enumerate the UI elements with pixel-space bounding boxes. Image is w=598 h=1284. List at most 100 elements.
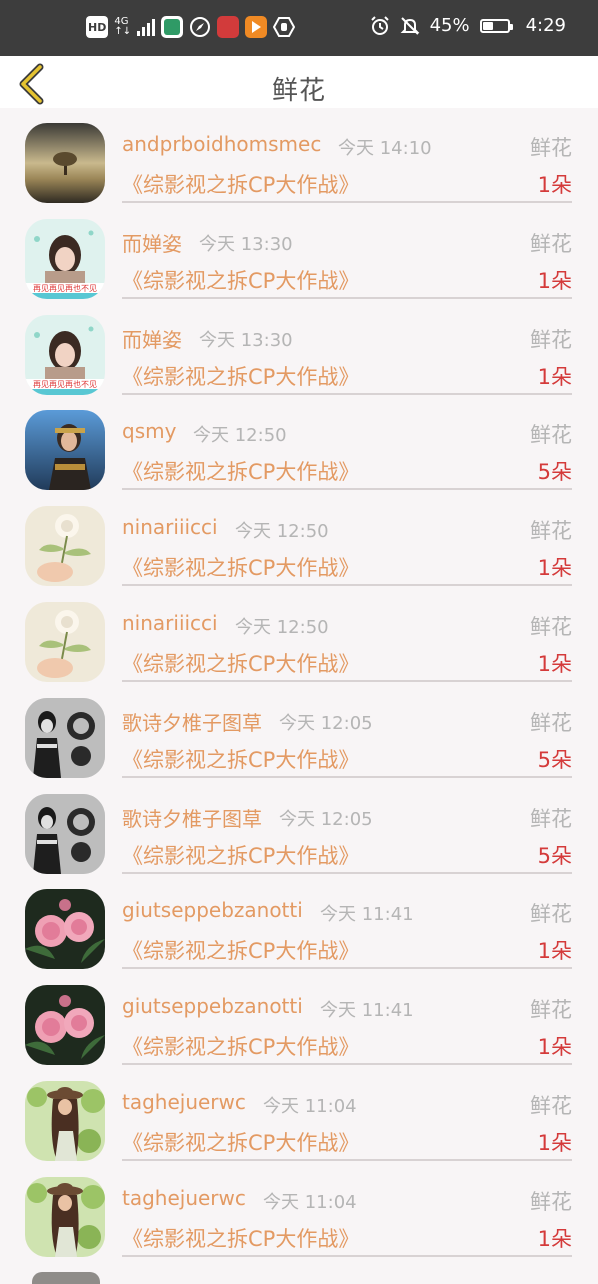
list-item[interactable]: 再见再见再也不见 而婵姿 今天 13:30 鲜花 《综影视之拆CP大作战》 1朵 (0, 204, 598, 300)
user-name[interactable]: 歌诗夕椎子图草 (122, 803, 262, 832)
timestamp: 今天 13:30 (199, 329, 293, 351)
divider (122, 967, 572, 970)
book-title[interactable]: 《综影视之拆CP大作战》 (122, 648, 359, 678)
divider (122, 775, 572, 778)
avatar[interactable]: 再见再见再也不见 (25, 218, 105, 299)
battery-icon (479, 18, 513, 33)
avatar[interactable]: 再见再见再也不见 (25, 314, 105, 395)
header: 鲜花 (0, 56, 598, 108)
signal-icon (137, 19, 156, 36)
play-app-icon (245, 16, 268, 38)
avatar[interactable] (25, 410, 105, 491)
next-item-avatar-partial (32, 1272, 100, 1284)
svg-text:再见再见再也不见: 再见再见再也不见 (33, 283, 97, 293)
avatar[interactable] (25, 123, 105, 203)
avatar[interactable] (25, 506, 105, 587)
gift-count: 1朵 (537, 939, 572, 964)
avatar[interactable] (25, 1176, 105, 1257)
gift-type: 鲜花 (530, 614, 572, 639)
timestamp: 今天 13:30 (199, 233, 293, 255)
gift-count: 1朵 (537, 1130, 572, 1155)
list-item[interactable]: 歌诗夕椎子图草 今天 12:05 鲜花 《综影视之拆CP大作战》 5朵 (0, 779, 598, 875)
gift-count: 5朵 (537, 747, 572, 772)
user-name[interactable]: ninariiicci (122, 515, 218, 539)
gift-type: 鲜花 (530, 710, 572, 735)
book-title[interactable]: 《综影视之拆CP大作战》 (122, 935, 359, 965)
timestamp: 今天 12:05 (279, 712, 373, 734)
page-title: 鲜花 (271, 76, 326, 106)
book-title[interactable]: 《综影视之拆CP大作战》 (122, 361, 359, 391)
list-item[interactable]: ninariiicci 今天 12:50 鲜花 《综影视之拆CP大作战》 1朵 (0, 587, 598, 683)
list-item[interactable]: qsmy 今天 12:50 鲜花 《综影视之拆CP大作战》 5朵 (0, 395, 598, 491)
list-item[interactable]: andprboidhomsmec 今天 14:10 鲜花 《综影视之拆CP大作战… (0, 108, 598, 204)
book-title[interactable]: 《综影视之拆CP大作战》 (122, 1223, 359, 1253)
gift-count: 1朵 (537, 1035, 572, 1060)
user-name[interactable]: 而婵姿 (122, 324, 182, 353)
user-name[interactable]: giutseppebzanotti (122, 898, 303, 922)
book-title[interactable]: 《综影视之拆CP大作战》 (122, 1031, 359, 1061)
avatar[interactable] (25, 1080, 105, 1161)
gift-count: 1朵 (537, 268, 572, 293)
user-name[interactable]: giutseppebzanotti (122, 994, 303, 1018)
gift-type: 鲜花 (530, 1189, 572, 1214)
svg-text:再见再见再也不见: 再见再见再也不见 (33, 379, 97, 389)
user-name[interactable]: ninariiicci (122, 611, 218, 635)
book-title[interactable]: 《综影视之拆CP大作战》 (122, 552, 359, 582)
hd-icon: HD (86, 16, 109, 38)
book-title[interactable]: 《综影视之拆CP大作战》 (122, 265, 359, 295)
timestamp: 今天 12:50 (193, 425, 287, 447)
gift-count: 5朵 (537, 460, 572, 485)
book-title[interactable]: 《综影视之拆CP大作战》 (122, 169, 359, 199)
gift-count: 1朵 (537, 651, 572, 676)
gift-type: 鲜花 (530, 231, 572, 256)
hand-icon (273, 17, 296, 37)
user-name[interactable]: taghejuerwc (122, 1090, 246, 1114)
status-icons-left: HD 4G ↑↓ (86, 16, 296, 38)
divider (122, 201, 572, 203)
list-item[interactable]: 歌诗夕椎子图草 今天 12:05 鲜花 《综影视之拆CP大作战》 5朵 (0, 683, 598, 779)
user-name[interactable]: 而婵姿 (122, 228, 182, 257)
list-item[interactable]: giutseppebzanotti 今天 11:41 鲜花 《综影视之拆CP大作… (0, 970, 598, 1066)
gift-type: 鲜花 (530, 327, 572, 352)
gift-count: 1朵 (537, 556, 572, 581)
user-name[interactable]: andprboidhomsmec (122, 132, 321, 156)
book-title[interactable]: 《综影视之拆CP大作战》 (122, 744, 359, 774)
network-type-icon: 4G ↑↓ (114, 16, 132, 37)
gift-type: 鲜花 (530, 1093, 572, 1118)
avatar[interactable] (25, 793, 105, 874)
battery-percent: 45% (429, 15, 470, 36)
status-bar: HD 4G ↑↓ 45% 4:29 (0, 0, 598, 56)
book-title[interactable]: 《综影视之拆CP大作战》 (122, 840, 359, 870)
gift-type: 鲜花 (530, 519, 572, 544)
gift-type: 鲜花 (530, 423, 572, 448)
divider (122, 296, 572, 299)
timestamp: 今天 12:05 (279, 808, 373, 830)
divider (122, 488, 572, 491)
gift-count: 1朵 (537, 173, 572, 197)
timestamp: 今天 12:50 (235, 616, 329, 638)
list-item[interactable]: giutseppebzanotti 今天 11:41 鲜花 《综影视之拆CP大作… (0, 874, 598, 970)
timestamp: 今天 11:41 (320, 1000, 414, 1022)
user-name[interactable]: qsmy (122, 419, 176, 443)
book-title[interactable]: 《综影视之拆CP大作战》 (122, 456, 359, 486)
gift-record-list[interactable]: andprboidhomsmec 今天 14:10 鲜花 《综影视之拆CP大作战… (0, 108, 598, 1258)
avatar[interactable] (25, 889, 105, 970)
avatar[interactable] (25, 985, 105, 1066)
clock: 4:29 (525, 15, 566, 36)
alarm-icon (370, 15, 389, 35)
list-item[interactable]: taghejuerwc 今天 11:04 鲜花 《综影视之拆CP大作战》 1朵 (0, 1162, 598, 1258)
gift-type: 鲜花 (530, 136, 572, 160)
book-title[interactable]: 《综影视之拆CP大作战》 (122, 1127, 359, 1157)
list-item[interactable]: 再见再见再也不见 而婵姿 今天 13:30 鲜花 《综影视之拆CP大作战》 1朵 (0, 300, 598, 396)
gift-count: 5朵 (537, 843, 572, 868)
user-name[interactable]: 歌诗夕椎子图草 (122, 707, 262, 736)
gift-count: 1朵 (537, 364, 572, 389)
list-item[interactable]: ninariiicci 今天 12:50 鲜花 《综影视之拆CP大作战》 1朵 (0, 491, 598, 587)
avatar[interactable] (25, 697, 105, 778)
divider (122, 1063, 572, 1066)
list-item[interactable]: taghejuerwc 今天 11:04 鲜花 《综影视之拆CP大作战》 1朵 (0, 1066, 598, 1162)
gift-type: 鲜花 (530, 998, 572, 1023)
avatar[interactable] (25, 601, 105, 682)
app-notification-icon (161, 16, 184, 38)
user-name[interactable]: taghejuerwc (122, 1186, 246, 1210)
